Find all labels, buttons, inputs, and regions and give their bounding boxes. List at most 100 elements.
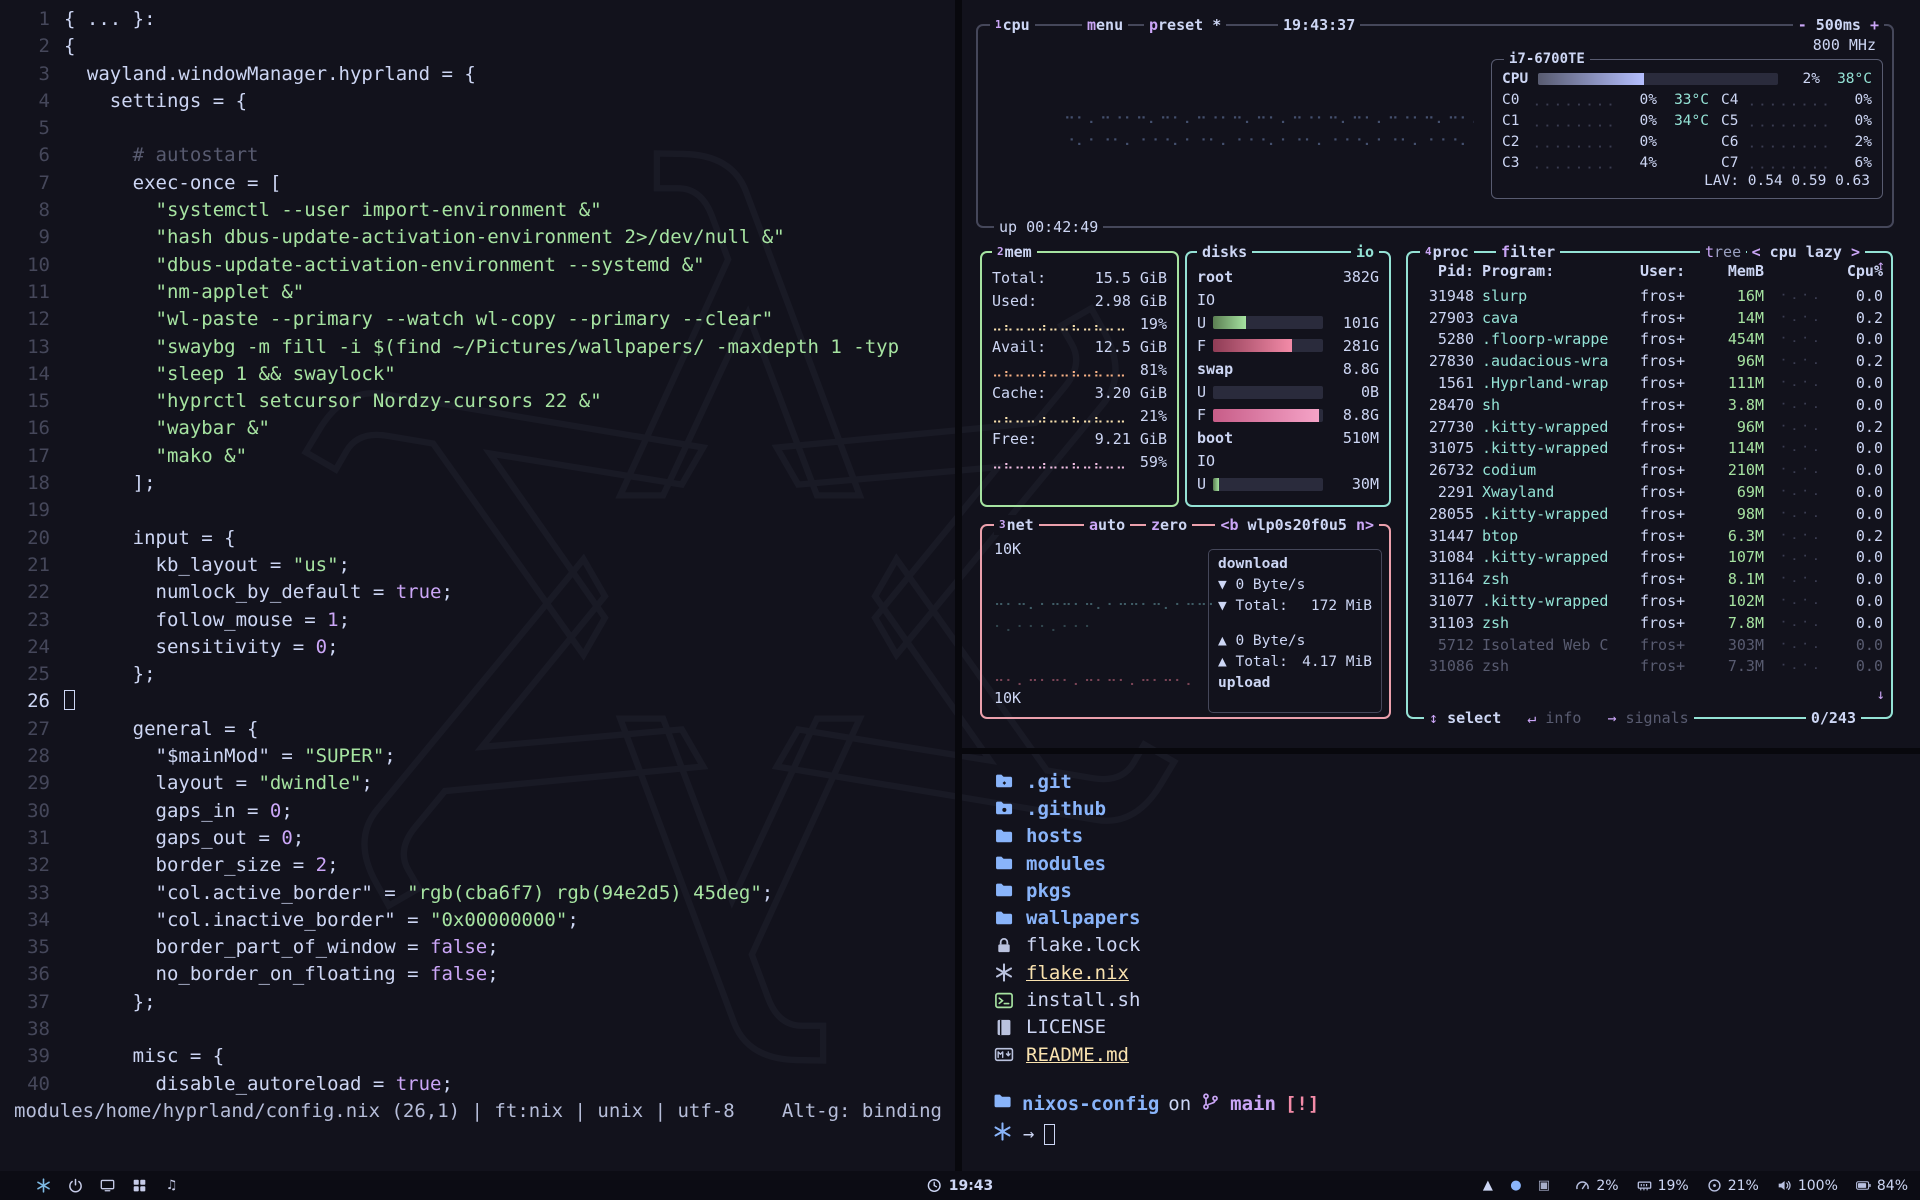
line-number: 22	[10, 579, 50, 606]
editor-line[interactable]: 5	[10, 115, 956, 142]
display-icon[interactable]	[100, 1178, 115, 1193]
editor-line[interactable]: 2{	[10, 33, 956, 60]
markdown-icon	[992, 1045, 1016, 1064]
editor-line[interactable]: 34 "col.inactive_border" = "0x00000000";	[10, 907, 956, 934]
signals-button[interactable]: → signals	[1607, 708, 1688, 728]
editor-line[interactable]: 22 numlock_by_default = true;	[10, 579, 956, 606]
line-number: 10	[10, 252, 50, 279]
editor-line[interactable]: 1{ ... }:	[10, 6, 956, 33]
editor-line[interactable]: 11 "nm-applet &"	[10, 279, 956, 306]
line-number: 7	[10, 170, 50, 197]
editor-line[interactable]: 21 kb_layout = "us";	[10, 552, 956, 579]
editor-line[interactable]: 20 input = {	[10, 525, 956, 552]
editor-line[interactable]: 10 "dbus-update-activation-environment -…	[10, 252, 956, 279]
editor-line[interactable]: 16 "waybar &"	[10, 415, 956, 442]
editor-line[interactable]: 31 gaps_out = 0;	[10, 825, 956, 852]
editor-line[interactable]: 33 "col.active_border" = "rgb(cba6f7) rg…	[10, 880, 956, 907]
scroll-down-icon[interactable]: ↓	[1877, 687, 1885, 703]
process-row[interactable]: 26732codiumfros+210M⠂⠄⠂⠄0.0	[1408, 459, 1891, 481]
editor-line[interactable]: 24 sensitivity = 0;	[10, 634, 956, 661]
editor-line[interactable]: 8 "systemctl --user import-environment &…	[10, 197, 956, 224]
editor-line[interactable]: 38	[10, 1016, 956, 1043]
editor-line[interactable]: 39 misc = {	[10, 1043, 956, 1070]
process-row[interactable]: 28470shfros+3.8M⠂⠄⠂⠄0.0	[1408, 394, 1891, 416]
editor-line[interactable]: 27 general = {	[10, 716, 956, 743]
net-zero-button[interactable]: zero	[1146, 515, 1192, 535]
editor-line[interactable]: 19	[10, 497, 956, 524]
editor-line[interactable]: 6 # autostart	[10, 142, 956, 169]
editor-line[interactable]: 35 border_part_of_window = false;	[10, 934, 956, 961]
music-icon[interactable]: ♫	[164, 1178, 179, 1193]
update-interval-control[interactable]: - 500ms +	[1793, 15, 1884, 35]
editor-line[interactable]: 25 };	[10, 661, 956, 688]
disk-io-label: IO	[1197, 288, 1379, 311]
editor-line[interactable]: 14 "sleep 1 && swaylock"	[10, 361, 956, 388]
window-gap-vertical	[955, 0, 962, 1171]
process-row[interactable]: 5712Isolated Web Cfros+303M⠂⠄⠂⠄0.0	[1408, 634, 1891, 656]
status-bar: ♫ 19:43 ▲●▣ 2%19%21%100%84%	[0, 1171, 1920, 1200]
process-row[interactable]: 5280.floorp-wrappefros+454M⠂⠄⠂⠄0.0	[1408, 329, 1891, 351]
process-row[interactable]: 28055.kitty-wrappedfros+98M⠂⠄⠂⠄0.0	[1408, 503, 1891, 525]
editor-line[interactable]: 13 "swaybg -m fill -i $(find ~/Pictures/…	[10, 334, 956, 361]
scroll-up-icon[interactable]: ↑	[1877, 258, 1885, 274]
editor-line[interactable]: 37 };	[10, 989, 956, 1016]
menu-button[interactable]: menu	[1082, 15, 1128, 35]
disks-io-toggle[interactable]: io	[1351, 242, 1379, 262]
select-button[interactable]: ↕ select	[1429, 708, 1501, 728]
editor-line[interactable]: 23 follow_mouse = 1;	[10, 607, 956, 634]
widget-icon[interactable]: ▣	[1536, 1178, 1551, 1193]
shell-input-line[interactable]: →	[992, 1122, 1055, 1146]
editor-line[interactable]: 15 "hyprctl setcursor Nordzy-cursors 22 …	[10, 388, 956, 415]
process-row[interactable]: 31948slurpfros+16M⠂⠄⠂⠄0.0	[1408, 285, 1891, 307]
proc-sort-selector[interactable]: < cpu lazy >	[1747, 242, 1865, 262]
editor-line[interactable]: 4 settings = {	[10, 88, 956, 115]
editor-window[interactable]: 1{ ... }:2{3 wayland.windowManager.hyprl…	[0, 0, 956, 1171]
editor-line[interactable]: 40 disable_autoreload = true;	[10, 1071, 956, 1098]
gauge-icon	[1575, 1178, 1590, 1193]
folder-icon	[992, 827, 1016, 846]
editor-line[interactable]: 36 no_border_on_floating = false;	[10, 961, 956, 988]
editor-line[interactable]: 7 exec-once = [	[10, 170, 956, 197]
process-row[interactable]: 27730.kitty-wrappedfros+96M⠂⠄⠂⠄0.2	[1408, 416, 1891, 438]
nix-icon[interactable]	[36, 1178, 51, 1193]
process-row[interactable]: 31075.kitty-wrappedfros+114M⠂⠄⠂⠄0.0	[1408, 438, 1891, 460]
process-row[interactable]: 31077.kitty-wrappedfros+102M⠂⠄⠂⠄0.0	[1408, 590, 1891, 612]
editor-line[interactable]: 17 "mako &"	[10, 443, 956, 470]
process-row[interactable]: 31447btopfros+6.3M⠂⠄⠂⠄0.2	[1408, 525, 1891, 547]
editor-line[interactable]: 26	[10, 688, 956, 715]
file-name: .github	[1026, 798, 1106, 820]
process-row[interactable]: 2291Xwaylandfros+69M⠂⠄⠂⠄0.0	[1408, 481, 1891, 503]
net-box: 3net auto zero <b wlp0s20f0u5 n> 10K 10K…	[980, 524, 1391, 719]
proc-tree-button[interactable]: tree	[1700, 242, 1746, 262]
process-row[interactable]: 31103zshfros+7.8M⠂⠄⠂⠄0.0	[1408, 612, 1891, 634]
editor-line[interactable]: 3 wayland.windowManager.hyprland = {	[10, 61, 956, 88]
triangle-icon[interactable]: ▲	[1480, 1178, 1495, 1193]
dot-icon[interactable]: ●	[1508, 1178, 1523, 1193]
net-interface-selector[interactable]: <b wlp0s20f0u5 n>	[1215, 515, 1379, 535]
power-icon[interactable]	[68, 1178, 83, 1193]
editor-line[interactable]: 9 "hash dbus-update-activation-environme…	[10, 224, 956, 251]
grid-icon[interactable]	[132, 1178, 147, 1193]
info-button[interactable]: ↵ info	[1527, 708, 1581, 728]
line-number: 27	[10, 716, 50, 743]
bar-clock-module[interactable]: 19:43	[927, 1178, 994, 1194]
net-auto-button[interactable]: auto	[1084, 515, 1130, 535]
process-row[interactable]: 1561.Hyprland-wrapfros+111M⠂⠄⠂⠄0.0	[1408, 372, 1891, 394]
process-row[interactable]: 31164zshfros+8.1M⠂⠄⠂⠄0.0	[1408, 568, 1891, 590]
editor-line[interactable]: 12 "wl-paste --primary --watch wl-copy -…	[10, 306, 956, 333]
proc-filter-button[interactable]: filter	[1496, 242, 1560, 262]
preset-button[interactable]: preset *	[1144, 15, 1226, 35]
editor-line[interactable]: 28 "$mainMod" = "SUPER";	[10, 743, 956, 770]
editor-line[interactable]: 30 gaps_in = 0;	[10, 798, 956, 825]
editor-line[interactable]: 18 ];	[10, 470, 956, 497]
process-row[interactable]: 31086zshfros+7.3M⠂⠄⠂⠄0.0	[1408, 656, 1891, 678]
editor-lines[interactable]: 1{ ... }:2{3 wayland.windowManager.hyprl…	[0, 0, 956, 1098]
file-list-item: wallpapers	[992, 904, 1140, 931]
process-row[interactable]: 27830.audacious-wrafros+96M⠂⠄⠂⠄0.2	[1408, 350, 1891, 372]
editor-line[interactable]: 29 layout = "dwindle";	[10, 770, 956, 797]
editor-line[interactable]: 32 border_size = 2;	[10, 852, 956, 879]
disk-name-row: boot510M	[1197, 427, 1379, 450]
process-row[interactable]: 27903cavafros+14M⠂⠄⠂⠄0.2	[1408, 307, 1891, 329]
process-row[interactable]: 31084.kitty-wrappedfros+107M⠂⠄⠂⠄0.0	[1408, 547, 1891, 569]
download-total: ▼ Total:172 MiB	[1209, 595, 1381, 616]
